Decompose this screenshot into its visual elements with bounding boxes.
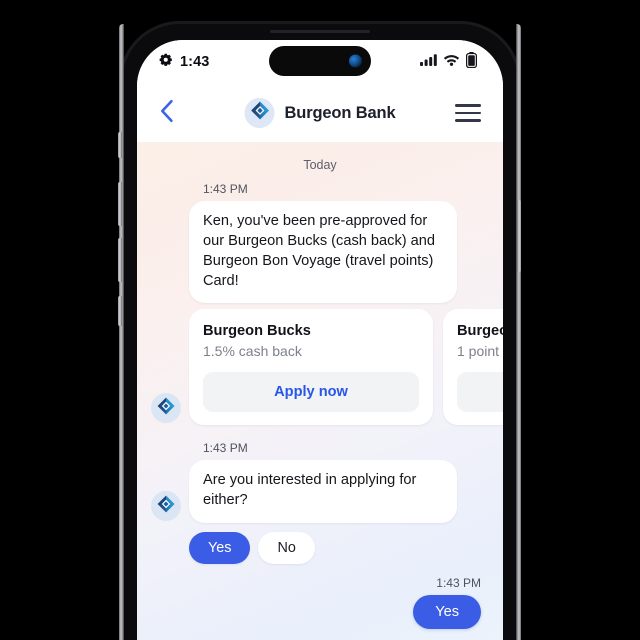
message-timestamp: 1:43 PM: [203, 441, 248, 456]
volume-up-button[interactable]: [118, 182, 122, 226]
back-button[interactable]: [159, 99, 189, 128]
quick-reply-yes-button[interactable]: Yes: [189, 532, 251, 565]
burgeon-bank-logo-icon: [157, 397, 175, 420]
phone-frame-right-rail: [516, 24, 521, 640]
phone-top-speaker: [270, 30, 370, 33]
silent-switch-button[interactable]: [118, 132, 122, 158]
user-message-timestamp: 1:43 PM: [436, 576, 481, 591]
gear-icon: [159, 53, 173, 72]
status-bar-left: 1:43: [159, 53, 209, 72]
brand-name: Burgeon Bank: [284, 103, 396, 122]
brand-header: Burgeon Bank: [244, 98, 396, 128]
offer-card-title: Burgeon Bucks: [203, 323, 311, 340]
phone-frame-left-rail: [119, 24, 124, 640]
battery-icon: [465, 51, 478, 73]
message-row: Are you interested in applying for eithe…: [151, 460, 489, 524]
bot-avatar: [151, 393, 181, 424]
hamburger-bar: [455, 104, 481, 107]
apply-now-button[interactable]: Apply now: [203, 372, 419, 413]
hamburger-bar: [455, 111, 481, 115]
burgeon-bank-logo-icon: [157, 495, 175, 518]
quick-reply-no-button[interactable]: No: [258, 532, 315, 565]
status-bar: 1:43: [137, 40, 503, 84]
chevron-left-icon: [159, 99, 174, 128]
hamburger-menu-icon[interactable]: [455, 104, 481, 122]
power-button[interactable]: [517, 200, 521, 272]
offer-card-title: Burgeon Bon Voyage: [457, 323, 503, 340]
bot-avatar: [151, 491, 181, 522]
bot-message-bubble: Are you interested in applying for eithe…: [189, 460, 457, 524]
burgeon-bank-logo-icon: [250, 101, 269, 125]
user-message-bubble: Yes: [413, 595, 481, 630]
status-bar-right: [420, 51, 478, 73]
phone-screen: 1:43 Burgeon Bank Today 1:43 PM Ken, you…: [137, 40, 503, 640]
user-message-row: Yes: [151, 595, 489, 630]
offer-card[interactable]: Burgeon Bucks 1.5% cash back Apply now: [189, 309, 433, 426]
offer-card[interactable]: Burgeon Bon Voyage 1 point per dollar Ap…: [443, 309, 503, 426]
message-row: Ken, you've been pre-approved for our Bu…: [151, 201, 489, 304]
bot-message-bubble: Ken, you've been pre-approved for our Bu…: [189, 201, 457, 304]
cellular-signal-icon: [420, 53, 437, 71]
brand-avatar: [244, 98, 275, 128]
screenshot-stage: 1:43 Burgeon Bank Today 1:43 PM Ken, you…: [0, 0, 640, 640]
apply-now-button[interactable]: Apply now: [457, 372, 503, 413]
app-header: Burgeon Bank: [137, 84, 503, 142]
message-timestamp: 1:43 PM: [203, 182, 248, 196]
action-button[interactable]: [118, 296, 122, 326]
wifi-icon: [443, 53, 460, 71]
day-separator: Today: [303, 158, 337, 172]
dynamic-island: [269, 46, 371, 76]
offer-card-subtitle: 1.5% cash back: [203, 343, 302, 360]
conversation-panel[interactable]: Today 1:43 PM Ken, you've been pre-appro…: [137, 142, 503, 640]
status-bar-time: 1:43: [180, 54, 210, 70]
quick-reply-group: Yes No: [189, 532, 489, 565]
offer-card-subtitle: 1 point per dollar: [457, 343, 503, 360]
hamburger-bar: [455, 119, 481, 122]
front-camera-icon: [349, 54, 362, 68]
card-carousel-row: Burgeon Bucks 1.5% cash back Apply now B…: [151, 303, 503, 426]
volume-down-button[interactable]: [118, 238, 122, 282]
card-carousel[interactable]: Burgeon Bucks 1.5% cash back Apply now B…: [189, 309, 503, 426]
